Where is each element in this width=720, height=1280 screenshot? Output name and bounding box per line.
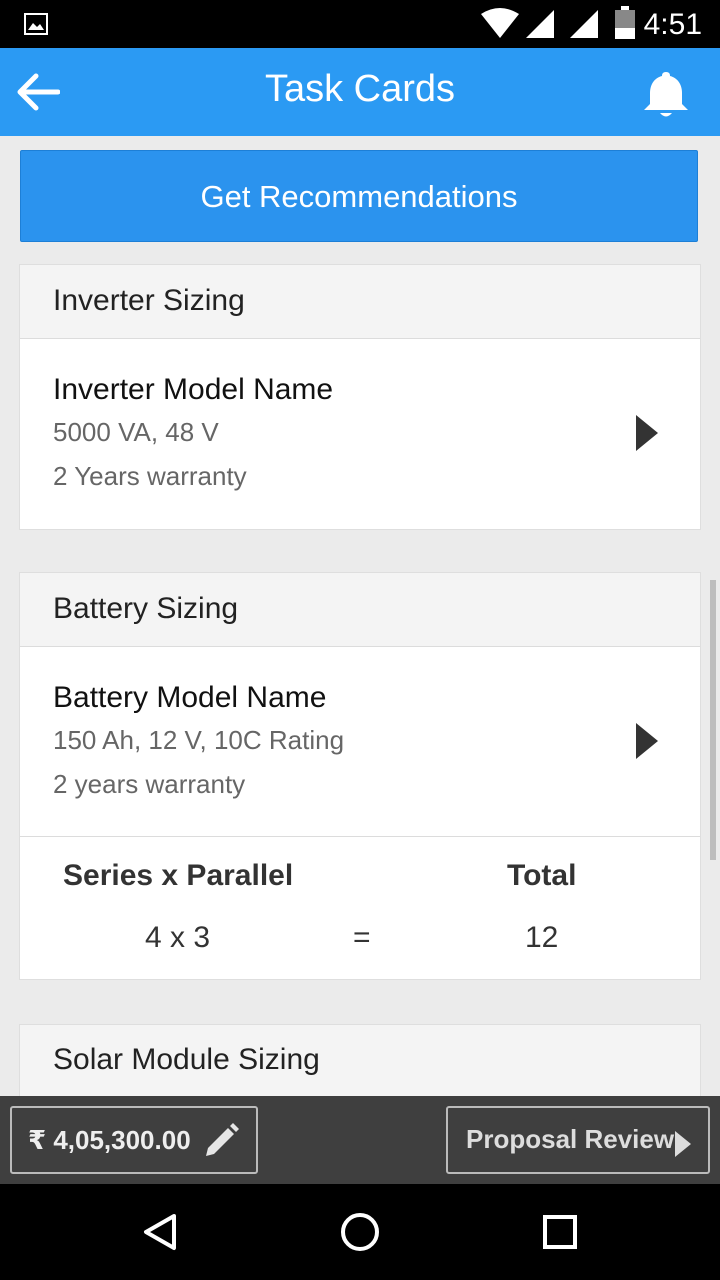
- inverter-model-item[interactable]: Inverter Model Name 5000 VA, 48 V 2 Year…: [20, 339, 700, 529]
- task-cards-list[interactable]: Get Recommendations Inverter Sizing Inve…: [0, 136, 720, 1096]
- pencil-icon: [206, 1123, 239, 1156]
- chevron-right-icon[interactable]: [634, 413, 660, 453]
- scrollbar[interactable]: [710, 580, 716, 860]
- home-circle-icon[interactable]: [339, 1211, 381, 1253]
- series-parallel-label: Series x Parallel: [63, 859, 294, 892]
- battery-model-spec: 150 Ah, 12 V, 10C Rating: [53, 725, 345, 755]
- total-price: ₹ 4,05,300.00: [28, 1125, 191, 1155]
- series-parallel-summary: Series x Parallel Total 4 x 3 = 12: [20, 837, 700, 979]
- price-edit-button[interactable]: ₹ 4,05,300.00: [10, 1106, 258, 1174]
- bell-icon[interactable]: [640, 68, 692, 120]
- recents-square-icon[interactable]: [542, 1214, 578, 1250]
- back-triangle-icon[interactable]: [140, 1212, 180, 1252]
- inverter-model-spec: 5000 VA, 48 V: [53, 417, 219, 447]
- status-time: 4:51: [643, 8, 702, 41]
- chevron-right-icon[interactable]: [634, 721, 660, 761]
- status-bar: 4:51: [0, 0, 720, 48]
- wifi-icon: [481, 8, 519, 38]
- get-recommendations-button[interactable]: Get Recommendations: [20, 150, 698, 242]
- total-label: Total: [507, 859, 577, 892]
- battery-model-item[interactable]: Battery Model Name 150 Ah, 12 V, 10C Rat…: [20, 647, 700, 837]
- inverter-model-warranty: 2 Years warranty: [53, 461, 247, 491]
- battery-model-warranty: 2 years warranty: [53, 769, 246, 799]
- proposal-review-label: Proposal Review: [466, 1124, 675, 1154]
- inverter-sizing-header: Inverter Sizing: [20, 265, 700, 339]
- battery-icon: [615, 6, 635, 39]
- solar-module-sizing-card: Solar Module Sizing: [19, 1024, 701, 1096]
- image-icon: [24, 13, 48, 35]
- series-parallel-value: 4 x 3: [145, 921, 211, 954]
- total-value: 12: [525, 921, 559, 954]
- system-nav-bar: [0, 1184, 720, 1280]
- play-arrow-icon: [675, 1131, 691, 1157]
- signal-icon: [570, 10, 598, 38]
- signal-icon: [526, 10, 554, 38]
- battery-sizing-card: Battery Sizing Battery Model Name 150 Ah…: [19, 572, 701, 980]
- equals-sign: =: [353, 921, 371, 954]
- app-bar: Task Cards: [0, 48, 720, 136]
- proposal-review-button[interactable]: Proposal Review: [446, 1106, 710, 1174]
- battery-model-name: Battery Model Name: [53, 681, 327, 714]
- battery-sizing-header: Battery Sizing: [20, 573, 700, 647]
- inverter-sizing-card: Inverter Sizing Inverter Model Name 5000…: [19, 264, 701, 530]
- inverter-model-name: Inverter Model Name: [53, 373, 334, 406]
- page-title: Task Cards: [264, 68, 456, 110]
- solar-module-sizing-header: Solar Module Sizing: [20, 1025, 700, 1096]
- bottom-action-bar: ₹ 4,05,300.00 Proposal Review: [0, 1096, 720, 1184]
